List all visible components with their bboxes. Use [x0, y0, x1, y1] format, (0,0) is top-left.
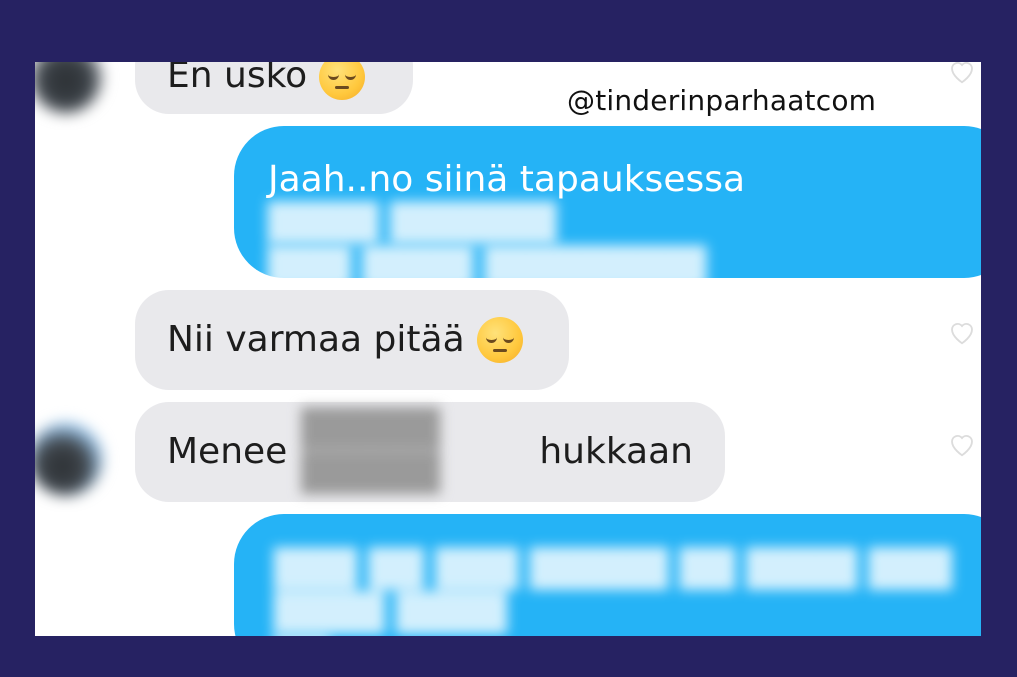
incoming-message[interactable]: En usko	[135, 62, 413, 114]
avatar[interactable]	[35, 62, 103, 114]
message-text: En usko	[167, 62, 308, 96]
message-text: Nii varmaa pitää	[167, 319, 465, 360]
redacted-text: ████ ██████	[268, 203, 557, 244]
watermark: @tinderinparhaatcom	[567, 84, 877, 117]
pensive-face-emoji	[476, 317, 523, 363]
incoming-message[interactable]: Menee █████ █████ hukkaan	[135, 402, 725, 502]
heart-icon[interactable]	[947, 62, 977, 86]
heart-icon[interactable]	[947, 429, 977, 459]
pensive-face-emoji	[319, 62, 366, 100]
chat-screen: En usko @tinderinparhaatcom Jaah..no sii…	[35, 62, 981, 636]
redacted-text: █████ █████	[301, 409, 440, 494]
heart-icon[interactable]	[947, 317, 977, 347]
outgoing-message[interactable]: Jaah..no siinä tapauksessa ████ ██████ █…	[234, 126, 981, 288]
incoming-message[interactable]: Nii varmaa pitää	[135, 290, 569, 390]
message-text: Jaah..no siinä tapauksessa	[268, 159, 746, 200]
outgoing-message[interactable]: ███ ██ ███ █████ ██ ████ ███ ████ ████ █…	[234, 514, 981, 636]
message-text-end: hukkaan	[539, 431, 693, 472]
message-text-start: Menee	[167, 431, 288, 472]
redacted-text: ███ ████ ████████	[268, 247, 707, 288]
avatar[interactable]	[35, 422, 103, 496]
redacted-text: ███ ██ ███ █████ ██ ████ ███ ████ ████	[274, 549, 952, 634]
